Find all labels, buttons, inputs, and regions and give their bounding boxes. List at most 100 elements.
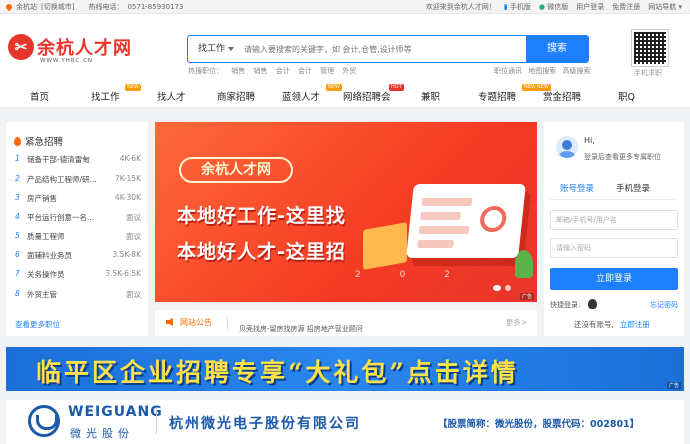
username-field[interactable]: 邮箱/手机号/用户名 <box>550 210 678 230</box>
nav-bounty-jobs[interactable]: 赏金招聘 NEW <box>535 84 581 103</box>
search-box: 找工作 搜索 <box>187 35 589 63</box>
hot-badge: HOT <box>389 84 404 91</box>
job-item[interactable]: 7 关务操作员 3.5K-6.5K <box>15 269 141 281</box>
nav-blue-collar[interactable]: 蓝领人才 NEW <box>282 84 342 103</box>
search-button[interactable]: 搜索 <box>526 36 588 62</box>
promo-banner[interactable]: 临平区企业招聘专享“大礼包”点击详情 广告 <box>6 347 684 391</box>
login-button[interactable]: 立即登录 <box>550 268 678 290</box>
weiguang-logo-icon <box>28 405 60 437</box>
company-stock-info: 【股票简称：微光股份，股票代码：002801】 <box>438 419 640 430</box>
avatar <box>556 136 578 158</box>
notice-label: 网站公告 <box>180 318 212 327</box>
map-search-link[interactable]: 地图搜索 <box>528 67 556 75</box>
site-nav-link[interactable]: 网站导航 ▾ <box>648 2 682 12</box>
wechat-version-link[interactable]: ● 微信版 <box>539 2 568 12</box>
mobile-qr: 手机求职 <box>620 29 672 82</box>
hot-word[interactable]: 外贸 <box>342 67 356 75</box>
qq-icon[interactable] <box>588 299 597 309</box>
job-item[interactable]: 8 外贸主管 面议 <box>15 289 141 301</box>
phone-icon: ▮ <box>503 3 508 11</box>
hot-word[interactable]: 会计 <box>276 67 290 75</box>
carousel-dots <box>493 285 511 291</box>
carousel-dot[interactable] <box>493 285 501 291</box>
login-tabs: 账号登录 手机登录 <box>550 182 678 200</box>
register-link[interactable]: 立即注册 <box>620 320 650 329</box>
site-logo[interactable]: ✂ 余杭人才网 WWW.YHRC.CN <box>8 34 131 68</box>
ad-label: 广告 <box>666 382 681 389</box>
greeting: Hi, <box>584 136 595 145</box>
logo-url: WWW.YHRC.CN <box>40 58 94 64</box>
hot-word[interactable]: 会计 <box>298 67 312 75</box>
urgent-title: 紧急招聘 <box>14 134 63 148</box>
company-logo-cn: 微光股份 <box>70 427 134 440</box>
nav-find-job[interactable]: 找工作 NEW <box>91 84 141 103</box>
wechat-icon: ● <box>538 3 546 11</box>
free-register-link[interactable]: 免费注册 <box>612 2 640 12</box>
search-category-select[interactable]: 找工作 <box>188 36 240 62</box>
job-item[interactable]: 6 面辅料业务员 3.5K-8K <box>15 250 141 262</box>
plant-illustration <box>515 250 533 278</box>
nav-find-talent[interactable]: 找人才 <box>157 89 186 103</box>
banner-line-1: 本地好工作-这里找 <box>177 205 346 227</box>
company-banner[interactable]: WEIGUANG 微光股份 杭州微光电子股份有限公司 【股票简称：微光股份，股票… <box>6 400 684 444</box>
hot-search-label: 热搜职位： <box>188 67 223 75</box>
main-nav: 首页 找工作 NEW 找人才 商家招聘 蓝领人才 NEW 网络招聘会 HOT 兼职 专… <box>0 84 690 108</box>
logo-name: 余杭人才网 <box>37 38 132 59</box>
carousel-dot[interactable] <box>505 285 511 291</box>
megaphone-icon <box>166 318 173 326</box>
company-logo-en: WEIGUANG <box>68 404 163 420</box>
search-input[interactable] <box>244 36 524 62</box>
hero-banner[interactable]: 余杭人才网 本地好工作-这里找 本地好人才-这里招 2 0 2 广告 <box>155 122 537 302</box>
job-item[interactable]: 2 产品结构工程师/研... 7K-15K <box>15 174 141 186</box>
login-panel: Hi, 登录后查看更多专属职位 账号登录 手机登录 邮箱/手机号/用户名 请输入… <box>544 122 684 336</box>
ad-label: 广告 <box>519 293 534 300</box>
nav-home[interactable]: 首页 <box>30 89 49 103</box>
switch-city-link[interactable]: [切换城市] <box>41 2 74 12</box>
tab-mobile-login[interactable]: 手机登录 <box>616 182 650 194</box>
nav-online-fair[interactable]: 网络招聘会 HOT <box>343 84 404 103</box>
nav-zhiq[interactable]: 职Q <box>618 89 635 103</box>
banner-site-name: 余杭人才网 <box>179 157 293 183</box>
new-badge: NEW <box>125 84 141 91</box>
new-badge: NEW <box>535 84 551 91</box>
banner-illustration <box>363 222 407 270</box>
logo-mark: ✂ <box>8 34 34 60</box>
hot-word[interactable]: 销售 <box>253 67 267 75</box>
top-bar: 余杭站 [切换城市] 热线电话： 0571-85930173 欢迎来到余杭人才网！… <box>0 0 690 14</box>
job-item[interactable]: 3 房产销售 4K-30K <box>15 193 141 205</box>
job-subscribe-link[interactable]: 职位通讯 <box>494 67 522 75</box>
new-badge: NEW <box>326 84 342 91</box>
banner-screen-illustration <box>406 184 526 258</box>
current-site: 余杭站 <box>16 3 37 11</box>
tab-account-login[interactable]: 账号登录 <box>560 182 594 194</box>
advanced-search-link[interactable]: 高级搜索 <box>562 67 590 75</box>
nav-part-time[interactable]: 兼职 <box>421 89 440 103</box>
search-links: 职位通讯 地图搜索 高级搜索 <box>490 66 590 76</box>
job-item[interactable]: 1 储备干部-德清雷甸 4K-6K <box>15 154 141 166</box>
hot-word[interactable]: 管理 <box>320 67 334 75</box>
password-field[interactable]: 请输入密码 <box>550 238 678 258</box>
welcome-text: 欢迎来到余杭人才网！ <box>425 3 496 11</box>
nav-merchant-jobs[interactable]: 商家招聘 <box>217 89 255 103</box>
qr-code-icon <box>631 29 669 67</box>
hot-word[interactable]: 销售 <box>231 67 245 75</box>
site-notice: 网站公告 贝壳找房-留房找房源 招房地产营业顾问 更多> <box>155 310 537 336</box>
notice-item[interactable]: 贝壳找房-留房找房源 招房地产营业顾问 <box>239 324 363 334</box>
chevron-down-icon <box>228 47 234 51</box>
fire-icon <box>14 137 21 146</box>
user-login-link[interactable]: 用户登录 <box>576 2 604 12</box>
notice-more-link[interactable]: 更多> <box>506 317 527 328</box>
mobile-version-link[interactable]: ▮ 手机版 <box>504 2 531 12</box>
more-jobs-link[interactable]: 查看更多职位 <box>15 319 60 330</box>
hotline-label: 热线电话： <box>88 3 124 11</box>
urgent-jobs-panel: 紧急招聘 1 储备干部-德清雷甸 4K-6K 2 产品结构工程师/研... 7K-15K… <box>6 122 148 336</box>
promo-text: 临平区企业招聘专享“大礼包”点击详情 <box>36 358 519 387</box>
location-icon <box>4 2 14 12</box>
nav-topic-jobs[interactable]: 专题招聘 NEW <box>478 84 538 103</box>
job-item[interactable]: 4 平台运行创意一名... 面议 <box>15 212 141 224</box>
hotline-number: 0571-85930173 <box>127 3 184 11</box>
register-prompt: 还没有账号, 立即注册 <box>574 320 650 329</box>
forgot-password-link[interactable]: 忘记密码 <box>650 300 678 310</box>
login-tip: 登录后查看更多专属职位 <box>584 153 661 161</box>
job-item[interactable]: 5 质量工程师 面议 <box>15 231 141 243</box>
